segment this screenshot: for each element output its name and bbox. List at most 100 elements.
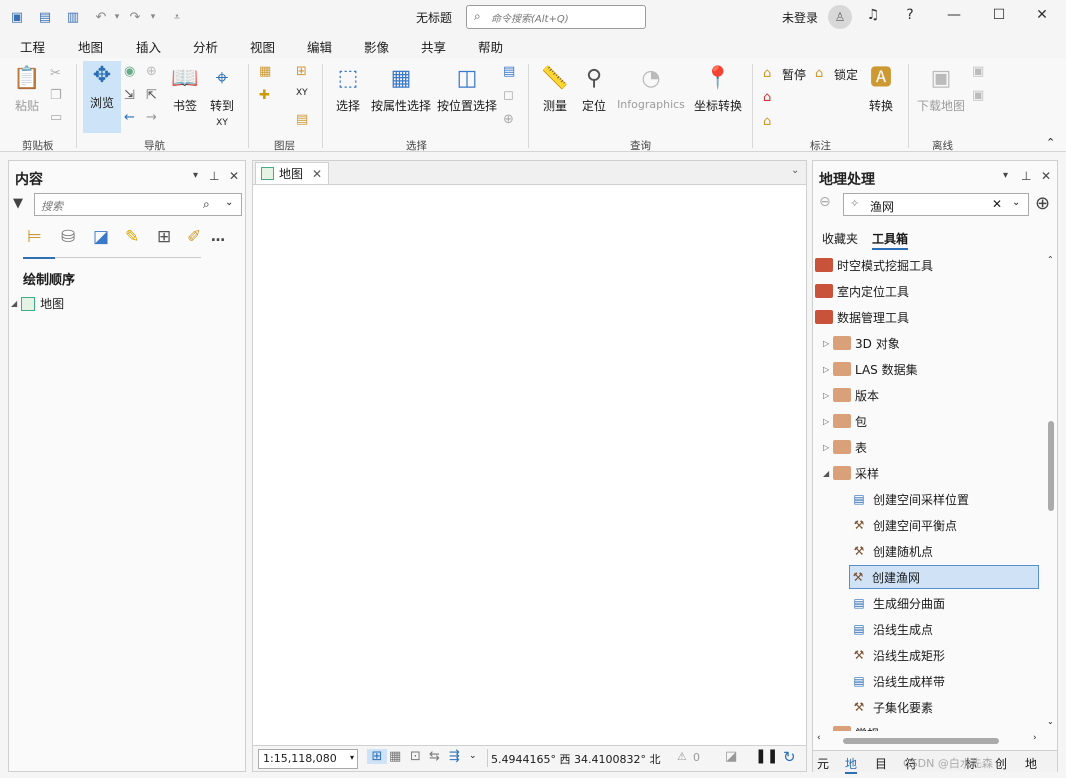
command-search-input[interactable]: ⌕ 命令搜索(Alt+Q) [466, 5, 646, 29]
tab-imagery[interactable]: 影像 [364, 37, 389, 56]
expand-icon[interactable]: ▷ [823, 417, 833, 426]
browse-button[interactable]: ✥ 浏览 [83, 61, 121, 133]
selected-features-icon[interactable]: ◪ [725, 749, 737, 764]
xy-table-icon[interactable]: XY [296, 88, 308, 98]
new-project-icon[interactable]: ▣ [8, 8, 26, 26]
chevron-down-icon[interactable]: ▾ [350, 753, 354, 762]
select-by-attributes-button[interactable]: ▦ 按属性选择 [370, 64, 432, 114]
lock-label[interactable]: 锁定 [834, 66, 858, 83]
add-preset-icon[interactable]: ▤ [296, 112, 308, 127]
tab-geo[interactable]: 地 [1025, 755, 1037, 772]
toolbox-item[interactable]: 室内定位工具 [815, 279, 909, 303]
extent-indicator-icon[interactable]: ⊡ [410, 749, 421, 764]
close-icon[interactable]: ✕ [312, 167, 322, 181]
table-icon[interactable]: ▦ [389, 749, 401, 764]
toolbox-item[interactable]: ▷ 表 [823, 435, 867, 459]
clear-selection-icon[interactable]: ◻ [503, 88, 514, 103]
sync-icon[interactable]: ▣ [972, 64, 984, 79]
tool-item[interactable]: ▤ 沿线生成样带 [851, 669, 945, 693]
measure-button[interactable]: 📏 测量 [536, 64, 574, 114]
full-extent-icon[interactable]: ◉ [124, 64, 135, 79]
toolbox-item[interactable]: 数据管理工具 [815, 305, 909, 329]
fixed-zoom-out-icon[interactable]: ⇱ [146, 88, 157, 103]
toolbox-item[interactable]: 时空模式挖掘工具 [815, 253, 933, 277]
redo-dropdown-icon[interactable]: ▾ [144, 8, 162, 26]
lock-labels-icon[interactable]: ⌂ [815, 66, 823, 81]
scroll-up-icon[interactable]: ⌃ [1047, 255, 1054, 264]
toolbox-item[interactable]: ▷ LAS 数据集 [823, 357, 918, 381]
fixed-zoom-in-icon[interactable]: ⇲ [124, 88, 135, 103]
scroll-left-icon[interactable]: ‹ [817, 733, 821, 743]
attributes-icon[interactable]: ▤ [503, 64, 515, 79]
tab-create[interactable]: 创 [995, 755, 1007, 772]
login-status[interactable]: 未登录 [782, 9, 818, 26]
tool-item[interactable]: ⚒ 子集化要素 [851, 695, 933, 719]
pin-icon[interactable]: ⊥ [209, 169, 219, 183]
tool-item[interactable]: ▤ 生成细分曲面 [851, 591, 945, 615]
paste-button[interactable]: 📋 粘贴 [10, 64, 44, 114]
chevron-down-icon[interactable]: ⌄ [791, 165, 799, 176]
editing-icon[interactable]: ✎ [125, 227, 139, 247]
tab-edit[interactable]: 编辑 [307, 37, 332, 56]
goto-xy-button[interactable]: ⌖ 转到 XY [206, 64, 238, 128]
maximize-icon[interactable]: ☐ [989, 7, 1009, 23]
rotation-icon[interactable]: ⇆ [429, 749, 440, 764]
select-by-location-button[interactable]: ◫ 按位置选择 [436, 64, 498, 114]
more-options-icon[interactable]: … [211, 229, 225, 245]
save-icon[interactable]: ▥ [64, 8, 82, 26]
coordinate-conversion-button[interactable]: 📍 坐标转换 [692, 64, 744, 114]
contents-search-input[interactable]: 搜索 ⌕ ⌄ [34, 193, 242, 216]
map-tree-item[interactable]: ◢ 地图 [11, 295, 64, 312]
snapping-icon[interactable]: ⊞ [157, 227, 171, 247]
minimize-icon[interactable]: — [944, 7, 964, 23]
undo-dropdown-icon[interactable]: ▾ [108, 8, 126, 26]
previous-extent-icon[interactable]: ← [124, 110, 135, 125]
tab-favorites[interactable]: 收藏夹 [822, 230, 858, 247]
collapse-ribbon-icon[interactable]: ⌃ [1046, 136, 1055, 149]
tool-item[interactable]: ⚒ 创建渔网 [849, 565, 1039, 589]
zoom-to-layer-icon[interactable]: ⊕ [146, 64, 157, 79]
open-icon[interactable]: ▤ [36, 8, 54, 26]
data-source-icon[interactable]: ⛁ [61, 227, 75, 247]
tool-item[interactable]: ⚒ 沿线生成矩形 [851, 643, 945, 667]
tool-item[interactable]: ▤ 沿线生成点 [851, 617, 933, 641]
horizontal-scrollbar[interactable]: ‹ › [815, 733, 1043, 747]
clear-icon[interactable]: ✕ [992, 197, 1002, 211]
expand-icon[interactable]: ▷ [823, 365, 833, 374]
pause-labels-icon[interactable]: ⌂ [763, 66, 771, 81]
labeling-icon[interactable]: ✐ [187, 227, 201, 247]
tool-item[interactable]: ⚒ 创建随机点 [851, 539, 933, 563]
close-icon[interactable]: ✕ [229, 169, 239, 183]
convert-button[interactable]: 🅰 转换 [864, 64, 898, 114]
close-icon[interactable]: ✕ [1041, 169, 1051, 183]
close-icon[interactable]: ✕ [1032, 7, 1052, 23]
cut-icon[interactable]: ✂ [50, 66, 61, 81]
north-arrow-icon[interactable]: ⇶ [449, 749, 460, 764]
geoprocessing-search-input[interactable]: ✧ 渔网 ✕ ⌄ [843, 193, 1029, 216]
toolbox-item[interactable]: ▷ 常规 [823, 721, 879, 731]
chevron-down-icon[interactable]: ⌄ [469, 751, 477, 761]
pause-label[interactable]: 暂停 [782, 66, 806, 83]
tab-analysis[interactable]: 分析 [193, 37, 218, 56]
scrollbar-thumb[interactable] [1048, 421, 1054, 511]
avatar[interactable]: ♙ [828, 5, 852, 29]
select-button[interactable]: ⬚ 选择 [330, 64, 366, 114]
tab-insert[interactable]: 插入 [136, 37, 161, 56]
scrollbar-thumb[interactable] [843, 738, 999, 744]
map-view[interactable]: 地图 ✕ ⌄ 1:15,118,080 ▾ ⊞ ▦ ⊡ ⇆ ⇶ ⌄ 5.4944… [252, 160, 807, 772]
drawing-order-icon[interactable]: ⊨ [27, 227, 42, 247]
tab-catalog[interactable]: 元 [817, 755, 829, 772]
chevron-down-icon[interactable]: ⌄ [225, 197, 233, 208]
tool-item[interactable]: ⚒ 创建空间平衡点 [851, 513, 957, 537]
bookmark-button[interactable]: 📖 书签 [168, 64, 202, 114]
next-extent-icon[interactable]: → [146, 110, 157, 125]
basemap-icon[interactable]: ▦ [259, 64, 271, 79]
add-icon[interactable]: ⊕ [1035, 193, 1050, 214]
zoom-to-selection-icon[interactable]: ⊕ [503, 112, 514, 127]
tab-catalog-view[interactable]: 目 [875, 755, 887, 772]
tab-map-view[interactable]: 地图 ✕ [255, 162, 329, 184]
locate-button[interactable]: ⚲ 定位 [578, 64, 610, 114]
expand-icon[interactable]: ◢ [11, 299, 17, 308]
add-layer-icon[interactable]: ✚ [259, 88, 270, 103]
scroll-right-icon[interactable]: › [1033, 733, 1037, 743]
